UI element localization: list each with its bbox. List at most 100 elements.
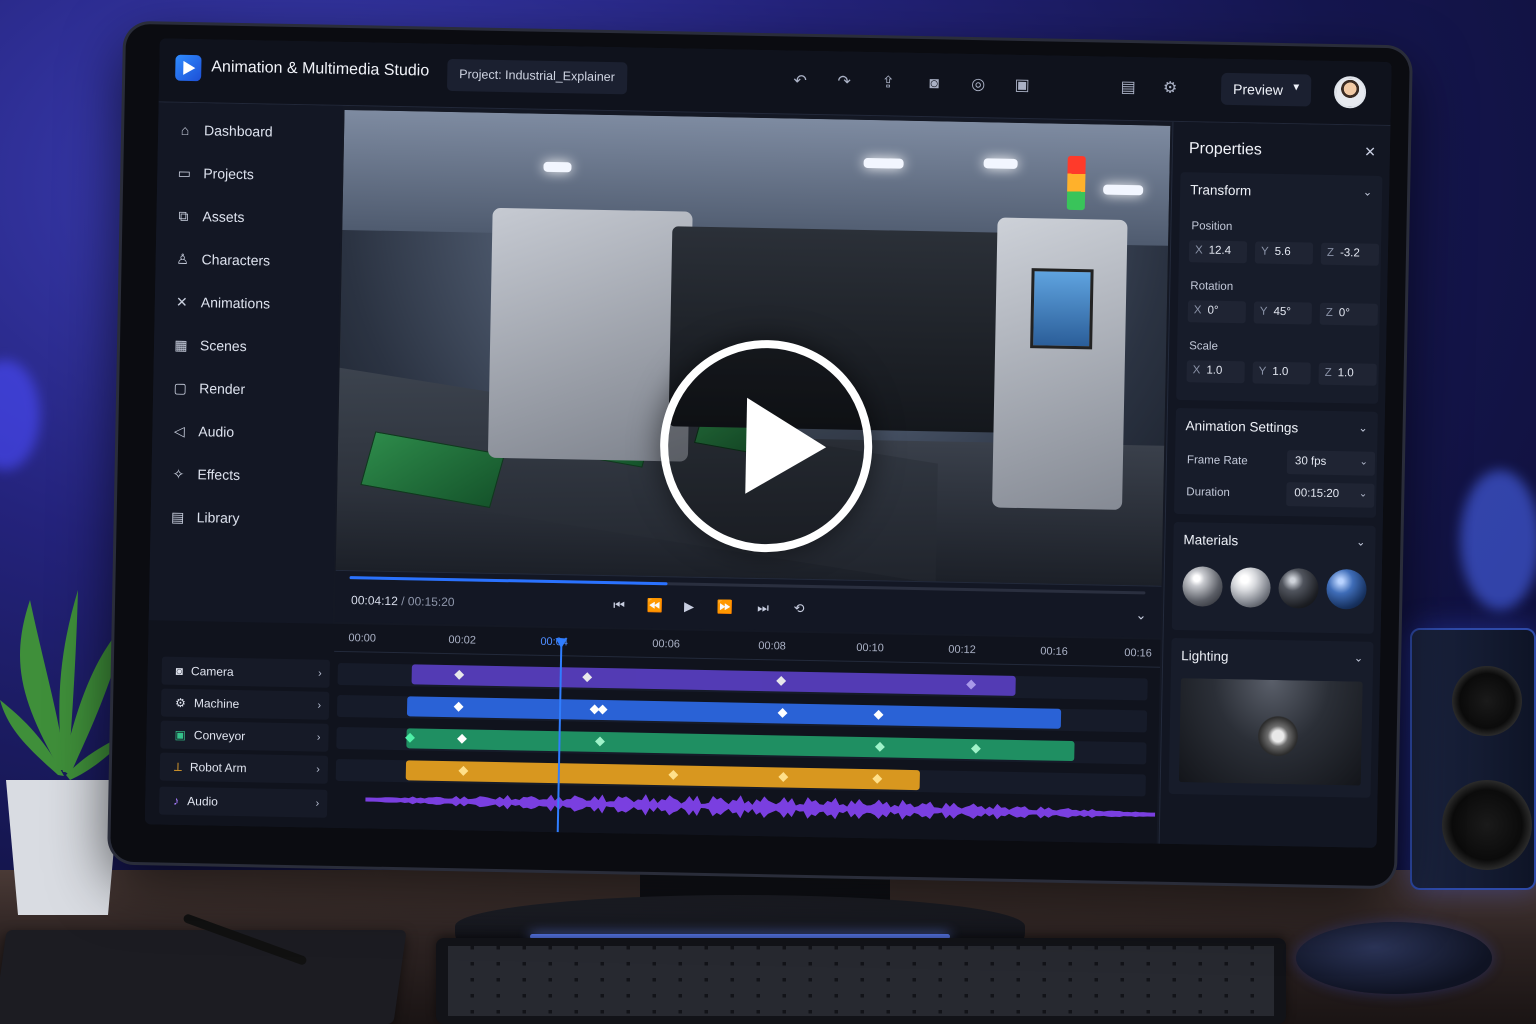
sidebar-item-label: Render [199,380,246,398]
position-label: Position [1191,220,1233,234]
chevron-right-icon[interactable]: › [317,700,321,712]
ruler-tick: 00:16 [1040,645,1068,658]
sidebar-item-dashboard[interactable]: ⌂ Dashboard [176,117,273,145]
sidebar-item-projects[interactable]: ▭ Projects [175,160,254,188]
material-swatch-chrome[interactable] [1182,566,1223,607]
total-time: / 00:15:20 [401,594,455,610]
track-conveyor[interactable]: ▣ Conveyor › [160,720,329,752]
timecode: 00:04:12 / 00:15:20 [351,593,455,609]
skip-back-icon[interactable]: ⏮ [609,595,629,615]
layout-icon[interactable]: ▤ [1117,77,1139,99]
keyframe[interactable] [966,679,977,690]
chevron-down-icon[interactable]: ⌄ [1354,651,1363,664]
chevron-right-icon[interactable]: › [316,764,320,776]
position-z-field[interactable]: Z -3.2 [1320,242,1380,266]
robot-arm-icon: ⟂ [173,759,183,774]
sidebar-item-render[interactable]: ▢ Render [171,375,245,402]
chevron-down-icon[interactable]: ⌄ [1363,186,1372,199]
chevron-right-icon[interactable]: › [317,732,321,744]
sidebar-item-library[interactable]: ▤ Library [168,504,240,531]
preview-button[interactable]: Preview ▼ [1220,72,1312,107]
sidebar-item-scenes[interactable]: ▦ Scenes [172,332,247,359]
material-swatch-blue-metal[interactable] [1326,568,1367,610]
rotation-z-field[interactable]: Z 0° [1319,302,1379,326]
keyframe[interactable] [458,765,469,776]
sidebar-item-characters[interactable]: ♙ Characters [173,246,270,274]
assets-icon: ⧉ [178,207,189,224]
gear-icon: ⚙ [175,695,187,711]
lighting-section: Lighting ⌄ [1168,637,1374,798]
keyframe[interactable] [453,701,464,712]
section-header[interactable]: Transform [1190,182,1251,198]
sidebar-item-animations[interactable]: ✕ Animations [173,289,271,317]
keyframe[interactable] [776,675,787,686]
sidebar-item-label: Animations [200,294,271,312]
sidebar-item-effects[interactable]: ✧ Effects [169,461,241,488]
skip-forward-icon[interactable]: ⏭ [753,598,773,618]
chevron-right-icon[interactable]: › [315,798,319,810]
track-options-icon[interactable]: › [318,668,322,680]
section-header[interactable]: Materials [1183,532,1238,548]
scale-x-field[interactable]: X 1.0 [1186,360,1245,384]
section-header[interactable]: Lighting [1181,648,1229,664]
keyframe[interactable] [874,741,885,752]
keyframe[interactable] [777,708,788,718]
redo-icon[interactable]: ↷ [833,71,855,93]
chevron-down-icon[interactable]: ⌄ [1131,605,1151,625]
section-header[interactable]: Animation Settings [1185,418,1298,435]
track-audio[interactable]: ♪ Audio › [158,786,328,818]
gizmo-icon[interactable]: ◎ [967,74,989,96]
track-machine[interactable]: ⚙ Machine › [160,688,330,720]
position-x-field[interactable]: X 12.4 [1188,240,1248,264]
position-y-field[interactable]: Y 5.6 [1254,241,1314,265]
keyframe[interactable] [873,709,884,720]
sidebar-item-audio[interactable]: ◁ Audio [170,418,234,445]
keyframe[interactable] [597,704,608,715]
share-icon[interactable]: ⇪ [877,72,899,94]
sidebar: ⌂ Dashboard ▭ Projects ⧉ Assets ♙ Characters… [148,102,343,636]
close-icon[interactable]: ✕ [1364,144,1376,161]
export-icon[interactable]: ▣ [1011,75,1033,97]
scale-y-field[interactable]: Y 1.0 [1252,361,1311,385]
keyframe[interactable] [668,769,679,780]
step-forward-icon[interactable]: ⏩ [715,597,735,617]
speaker [1410,628,1536,890]
track-robot-arm[interactable]: ⟂ Robot Arm › [159,752,329,784]
chevron-down-icon[interactable]: ⌄ [1356,535,1365,548]
loop-icon[interactable]: ⟲ [789,599,809,619]
play-icon[interactable]: ▶ [679,596,699,616]
material-swatch-silver[interactable] [1230,567,1271,608]
clip[interactable] [405,728,1075,762]
clip[interactable] [411,664,1016,696]
lighting-preview-thumbnail[interactable] [1178,678,1363,786]
keyframe[interactable] [405,732,415,743]
video-viewport[interactable] [335,109,1171,586]
keyframe[interactable] [778,772,789,782]
avatar[interactable] [1333,75,1367,109]
clip[interactable] [405,760,920,791]
undo-icon[interactable]: ↶ [789,70,811,92]
duration-select[interactable]: 00:15:20 ⌄ [1286,482,1375,508]
camera-tool-icon[interactable]: ◙ [923,73,945,95]
sidebar-item-label: Assets [202,208,245,226]
keyframe[interactable] [582,672,593,683]
step-back-icon[interactable]: ⏪ [645,596,665,616]
scale-z-field[interactable]: Z 1.0 [1318,362,1377,386]
rotation-x-field[interactable]: X 0° [1187,300,1247,324]
clip[interactable] [406,696,1062,729]
rotation-y-field[interactable]: Y 45° [1253,301,1313,325]
ruler-tick: 00:00 [348,632,377,645]
chevron-down-icon[interactable]: ⌄ [1358,421,1367,434]
properties-title: Properties [1188,140,1263,159]
keyframe[interactable] [457,733,467,744]
material-swatch-dark-metal[interactable] [1278,567,1319,609]
keyframe[interactable] [595,736,605,747]
keyframe[interactable] [872,773,883,784]
sidebar-item-assets[interactable]: ⧉ Assets [174,203,245,230]
keyframe[interactable] [454,669,465,680]
settings-icon[interactable]: ⚙ [1159,78,1181,100]
track-camera[interactable]: ◙ Camera › [161,656,330,688]
keyframe[interactable] [970,743,981,754]
frame-rate-select[interactable]: 30 fps ⌄ [1286,450,1376,476]
project-selector[interactable]: Project: Industrial_Explainer [446,58,628,95]
